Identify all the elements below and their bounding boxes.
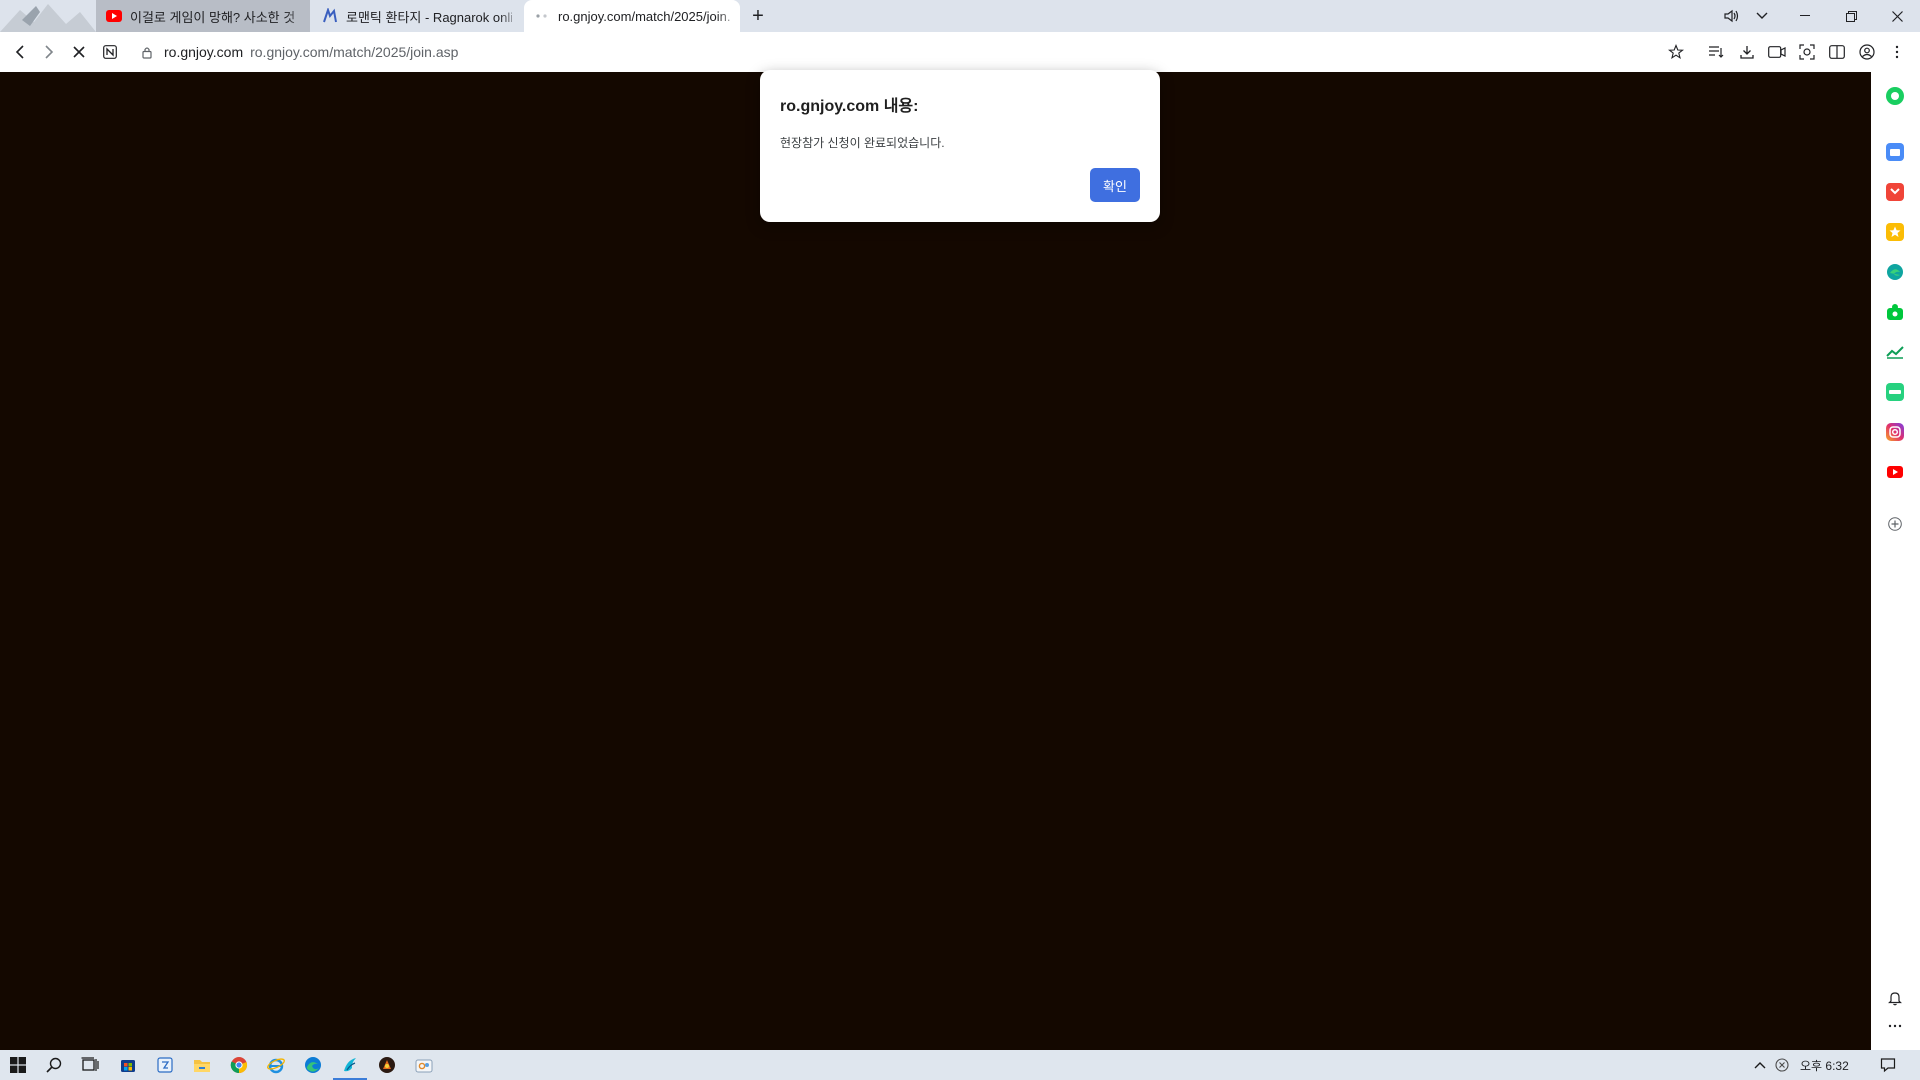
stop-loading-icon[interactable] <box>67 40 91 64</box>
youtube-icon <box>106 8 122 24</box>
video-icon[interactable] <box>1765 40 1789 64</box>
reading-list-icon[interactable] <box>1704 40 1728 64</box>
game-launcher-icon[interactable] <box>414 1055 434 1075</box>
tab-youtube[interactable]: 이걸로 게임이 망해? 사소한 것 <box>96 0 310 32</box>
screen-capture-icon[interactable] <box>1795 40 1819 64</box>
taskbar: 오후 6:32 <box>0 1050 1920 1080</box>
ime-app-icon[interactable] <box>155 1055 175 1075</box>
youtube-icon[interactable] <box>1885 462 1905 482</box>
loading-icon <box>534 8 550 24</box>
whale-browser-icon[interactable] <box>340 1055 360 1075</box>
tab-label: ro.gnjoy.com/match/2025/join.asp <box>558 8 730 24</box>
media-control-icon[interactable] <box>1718 0 1746 32</box>
dialog-title: ro.gnjoy.com 내용: <box>780 98 919 115</box>
add-favorite-icon[interactable] <box>1664 40 1688 64</box>
address-bar[interactable]: ro.gnjoy.com ro.gnjoy.com/match/2025/joi… <box>134 36 458 68</box>
notification-center-icon[interactable] <box>1878 1055 1898 1075</box>
add-sidebar-item-icon[interactable] <box>1885 514 1905 534</box>
tab-strip: 이걸로 게임이 망해? 사소한 것 로맨틱 환타지 - Ragnarok onl… <box>0 0 1920 32</box>
edge-icon[interactable] <box>1885 262 1905 282</box>
profile-icon[interactable] <box>1855 40 1879 64</box>
tab-search-icon[interactable] <box>1748 0 1776 32</box>
chrome-icon[interactable] <box>229 1055 249 1075</box>
split-view-icon[interactable] <box>1825 40 1849 64</box>
close-icon[interactable] <box>1876 0 1918 32</box>
task-view-icon[interactable] <box>80 1055 100 1075</box>
notification-bell-icon[interactable] <box>1885 988 1905 1008</box>
tab-ragnarok[interactable]: 로맨틱 환타지 - Ragnarok online <box>312 0 522 32</box>
tab-label: 이걸로 게임이 망해? 사소한 것 <box>130 9 296 25</box>
search-icon[interactable] <box>44 1055 64 1075</box>
favorites-star-icon[interactable] <box>1885 222 1905 242</box>
internet-explorer-icon[interactable] <box>266 1055 286 1075</box>
side-panel <box>1871 72 1920 1050</box>
tab-active-join[interactable]: ro.gnjoy.com/match/2025/join.asp <box>524 0 740 32</box>
new-tab-button[interactable]: + <box>746 4 770 28</box>
naver-pay-icon[interactable] <box>1885 182 1905 202</box>
tray-status-icon[interactable] <box>1772 1055 1792 1075</box>
taskbar-clock[interactable]: 오후 6:32 <box>1800 1050 1849 1080</box>
store-icon[interactable] <box>118 1055 138 1075</box>
more-menu-icon[interactable] <box>1885 40 1909 64</box>
stock-chart-icon[interactable] <box>1885 342 1905 362</box>
ragnarok-icon <box>322 8 338 24</box>
ragnarok-game-icon[interactable] <box>377 1055 397 1075</box>
naver-webtoon-icon[interactable] <box>1885 302 1905 322</box>
address-host: ro.gnjoy.com <box>164 44 244 60</box>
naver-band-icon[interactable] <box>1885 382 1905 402</box>
minimize-icon[interactable] <box>1784 0 1826 32</box>
theme-background-art <box>0 4 96 32</box>
windows-start-icon[interactable] <box>8 1055 28 1075</box>
ok-button[interactable]: 확인 <box>1090 168 1140 202</box>
restore-icon[interactable] <box>1830 0 1872 32</box>
alert-dialog: ro.gnjoy.com 내용: 현장참가 신청이 완료되었습니다. 확인 <box>760 70 1160 222</box>
naver-green-dot-icon[interactable] <box>1885 86 1905 106</box>
edge-browser-icon[interactable] <box>303 1055 323 1075</box>
tab-label: 로맨틱 환타지 - Ragnarok online <box>346 9 512 25</box>
address-url: ro.gnjoy.com/match/2025/join.asp <box>250 44 459 60</box>
sidebar-more-icon[interactable] <box>1885 1016 1905 1036</box>
dialog-message: 현장참가 신청이 완료되었습니다. <box>780 136 945 150</box>
forward-icon[interactable] <box>37 40 61 64</box>
show-hidden-icons-chevron-icon[interactable] <box>1750 1055 1770 1075</box>
naver-shopping-icon[interactable] <box>1885 142 1905 162</box>
download-icon[interactable] <box>1735 40 1759 64</box>
back-icon[interactable] <box>8 40 32 64</box>
naver-home-icon[interactable] <box>98 40 122 64</box>
instagram-icon[interactable] <box>1885 422 1905 442</box>
file-explorer-icon[interactable] <box>192 1055 212 1075</box>
